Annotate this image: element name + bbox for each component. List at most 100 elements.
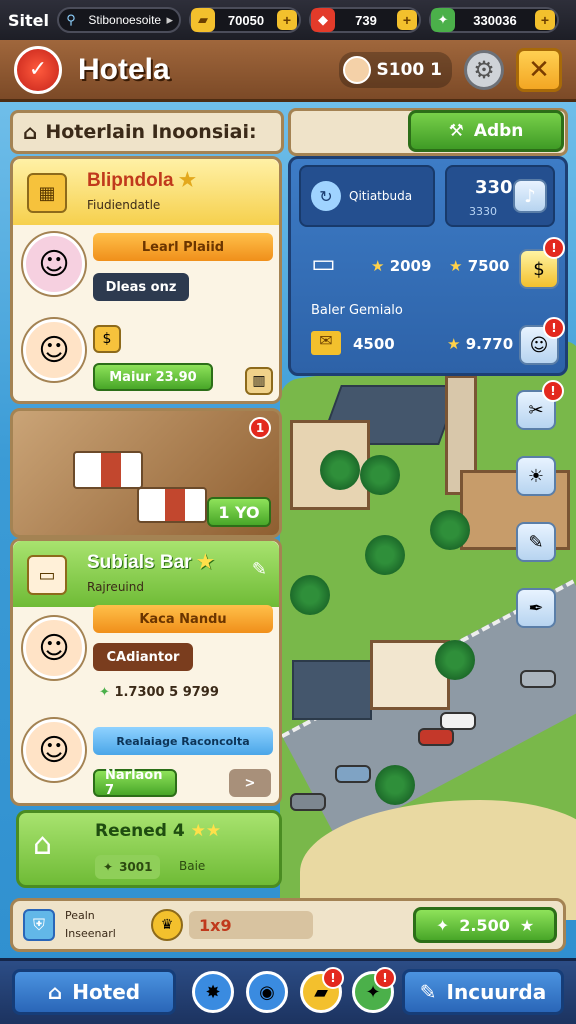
avatar: ☺ bbox=[23, 617, 85, 679]
class-pill[interactable]: CAdiantor bbox=[93, 643, 193, 671]
gold-bar-icon: ▰ bbox=[191, 8, 215, 32]
add-gold-button[interactable]: + bbox=[277, 10, 297, 30]
stat-2-value: 7500 bbox=[467, 257, 510, 275]
palm-tree bbox=[290, 575, 330, 615]
add-cash-button[interactable]: + bbox=[535, 10, 555, 30]
gem-value: 739 bbox=[355, 12, 377, 28]
role-pill[interactable]: Kaca Nandu bbox=[93, 605, 273, 633]
gold-counter[interactable]: ▰ 70050 + bbox=[189, 7, 301, 33]
alert-badge: ! bbox=[322, 967, 344, 989]
room-preview[interactable]: 1 1 YO bbox=[10, 408, 282, 538]
trophy-icon[interactable]: ♛ bbox=[151, 909, 183, 941]
star-icon: ★ bbox=[178, 170, 196, 191]
rating-tile[interactable]: ↻ Qitiatbuda bbox=[299, 165, 435, 227]
alert-badge: ! bbox=[543, 317, 565, 339]
nav-inventory-button[interactable]: ✎ Incuurda bbox=[402, 969, 564, 1015]
shield-icon[interactable]: ⛨ bbox=[23, 909, 55, 941]
envelope-icon: ✉ bbox=[311, 331, 341, 355]
alert-badge: ! bbox=[374, 967, 396, 989]
cash-icon: ✦ bbox=[435, 915, 450, 935]
play-icon: ▸ bbox=[166, 12, 173, 27]
avatar: ☺ bbox=[23, 233, 85, 295]
close-button[interactable]: ✕ bbox=[516, 47, 562, 92]
home-icon: ⌂ bbox=[23, 120, 38, 144]
staff-list: ▦ Blipndola ★ Fiudiendatle ☺ Learl Plaii… bbox=[10, 156, 282, 896]
add-button-label: Adbn bbox=[473, 121, 524, 141]
next-button[interactable]: > bbox=[229, 769, 271, 797]
alert-badge: 1 bbox=[249, 417, 271, 439]
add-button[interactable]: ⚒ Adbn bbox=[408, 110, 564, 152]
stat-3: 4500 bbox=[353, 335, 395, 353]
reward-title-text: Reened 4 bbox=[95, 821, 185, 841]
nav-inventory-label: Incuurda bbox=[446, 980, 547, 1004]
salary-stat: ✦ 1.7300 5 9799 bbox=[99, 685, 219, 700]
palm-tree bbox=[320, 450, 360, 490]
cash-value: 330036 bbox=[473, 12, 517, 28]
gear-icon[interactable]: ⚙ bbox=[464, 49, 504, 90]
room-upgrade-button[interactable]: 1 YO bbox=[207, 497, 271, 527]
card-subtitle: Rajreuind bbox=[87, 580, 144, 594]
staff-card[interactable]: ▦ Blipndola ★ Fiudiendatle ☺ Learl Plaii… bbox=[10, 156, 282, 404]
cash-icon: ✦ bbox=[99, 685, 110, 700]
assign-button[interactable]: Narlaon 7 bbox=[93, 768, 177, 798]
gold-value: 70050 bbox=[227, 12, 265, 28]
add-gem-button[interactable]: + bbox=[397, 10, 417, 30]
card-title-text: Subials Bar bbox=[87, 552, 192, 573]
bed bbox=[73, 451, 143, 489]
reward-card[interactable]: ⌂ Reened 4 ★★ ✦ 3001 Baie bbox=[16, 810, 282, 888]
edit-icon[interactable]: ✎ bbox=[252, 559, 267, 580]
header-bar: ✓ Hotela S100 1 ⚙ ✕ bbox=[0, 40, 576, 102]
reward-value: 3001 bbox=[119, 860, 153, 874]
refresh-icon: ↻ bbox=[311, 181, 341, 211]
status-pill[interactable]: Dleas onz bbox=[93, 273, 189, 301]
cash-icon: ✦ bbox=[431, 8, 455, 32]
house-icon: ⌂ bbox=[33, 827, 53, 862]
bed-icon: ▭ bbox=[27, 555, 67, 595]
player-balance[interactable]: S100 1 bbox=[338, 51, 452, 88]
bottom-nav: ⌂ Hoted ✸ ◉ ▰ ! ✦ ! ✎ Incuurda bbox=[0, 958, 576, 1024]
skill-pill[interactable]: Realaiage Raconcolta bbox=[93, 727, 273, 755]
palm-tree bbox=[375, 765, 415, 805]
player-avatar bbox=[342, 55, 371, 84]
car bbox=[290, 793, 326, 811]
palm-tree bbox=[430, 510, 470, 550]
salary-value: 1.7300 5 9799 bbox=[114, 685, 219, 700]
role-pill[interactable]: Learl Plaiid bbox=[93, 233, 273, 261]
collect-button[interactable]: ✦ 2.500 ★ bbox=[413, 907, 557, 943]
reward-value-chip: ✦ 3001 bbox=[95, 855, 161, 879]
star-icon: ★ bbox=[447, 335, 461, 353]
sun-icon[interactable]: ☀ bbox=[516, 456, 556, 496]
top-resource-bar: Sitel ⚲ Stibonoesoite ▸ ▰ 70050 + ◆ 739 … bbox=[0, 0, 576, 40]
star-icon: ★ bbox=[449, 257, 463, 275]
hotel-logo-icon: ✓ bbox=[14, 45, 62, 94]
stats-panel: ↻ Qitiatbuda 330 3330 ♪ ▭ ★ 2009 ★ 7500 … bbox=[288, 156, 568, 376]
bed-icon: ▭ bbox=[311, 249, 336, 279]
status-label-2: Inseenarl bbox=[65, 927, 116, 940]
nav-hotel-button[interactable]: ⌂ Hoted bbox=[12, 969, 176, 1015]
search-field[interactable]: ⚲ Stibonoesoite ▸ bbox=[57, 7, 181, 33]
nav-hotel-label: Hoted bbox=[72, 980, 141, 1004]
card-header: ▦ Blipndola ★ Fiudiendatle bbox=[13, 159, 279, 225]
card-header: ▭ Subials Bar ★ Rajreuind ✎ bbox=[13, 541, 279, 607]
villa-roof bbox=[292, 660, 372, 720]
panel-caption: Baler Gemialo bbox=[311, 303, 403, 318]
star-icon: ★ bbox=[519, 915, 535, 935]
app-title: Sitel bbox=[8, 10, 49, 30]
bag-icon[interactable]: ▥ bbox=[245, 367, 273, 395]
collect-value: 2.500 bbox=[459, 915, 510, 935]
brush-icon[interactable]: ✎ bbox=[516, 522, 556, 562]
feather-icon[interactable]: ✒ bbox=[516, 588, 556, 628]
cash-counter[interactable]: ✦ 330036 + bbox=[429, 7, 559, 33]
staff-card[interactable]: ▭ Subials Bar ★ Rajreuind ✎ ☺ Kaca Nandu… bbox=[10, 538, 282, 806]
score-tile[interactable]: 330 3330 ♪ bbox=[445, 165, 555, 227]
stat-1: ★ 2009 bbox=[371, 257, 431, 275]
hammer-icon: ⚒ bbox=[448, 121, 464, 141]
progress-readout: 1x9 bbox=[189, 911, 313, 939]
star-nav-icon[interactable]: ✸ bbox=[192, 971, 234, 1013]
hire-button[interactable]: Maiur 23.90 bbox=[93, 363, 213, 391]
guitar-icon[interactable]: ♪ bbox=[513, 179, 547, 213]
gem-counter[interactable]: ◆ 739 + bbox=[309, 7, 421, 33]
alert-badge: ! bbox=[543, 237, 565, 259]
cash-icon: ✦ bbox=[103, 860, 114, 874]
pin-nav-icon[interactable]: ◉ bbox=[246, 971, 288, 1013]
